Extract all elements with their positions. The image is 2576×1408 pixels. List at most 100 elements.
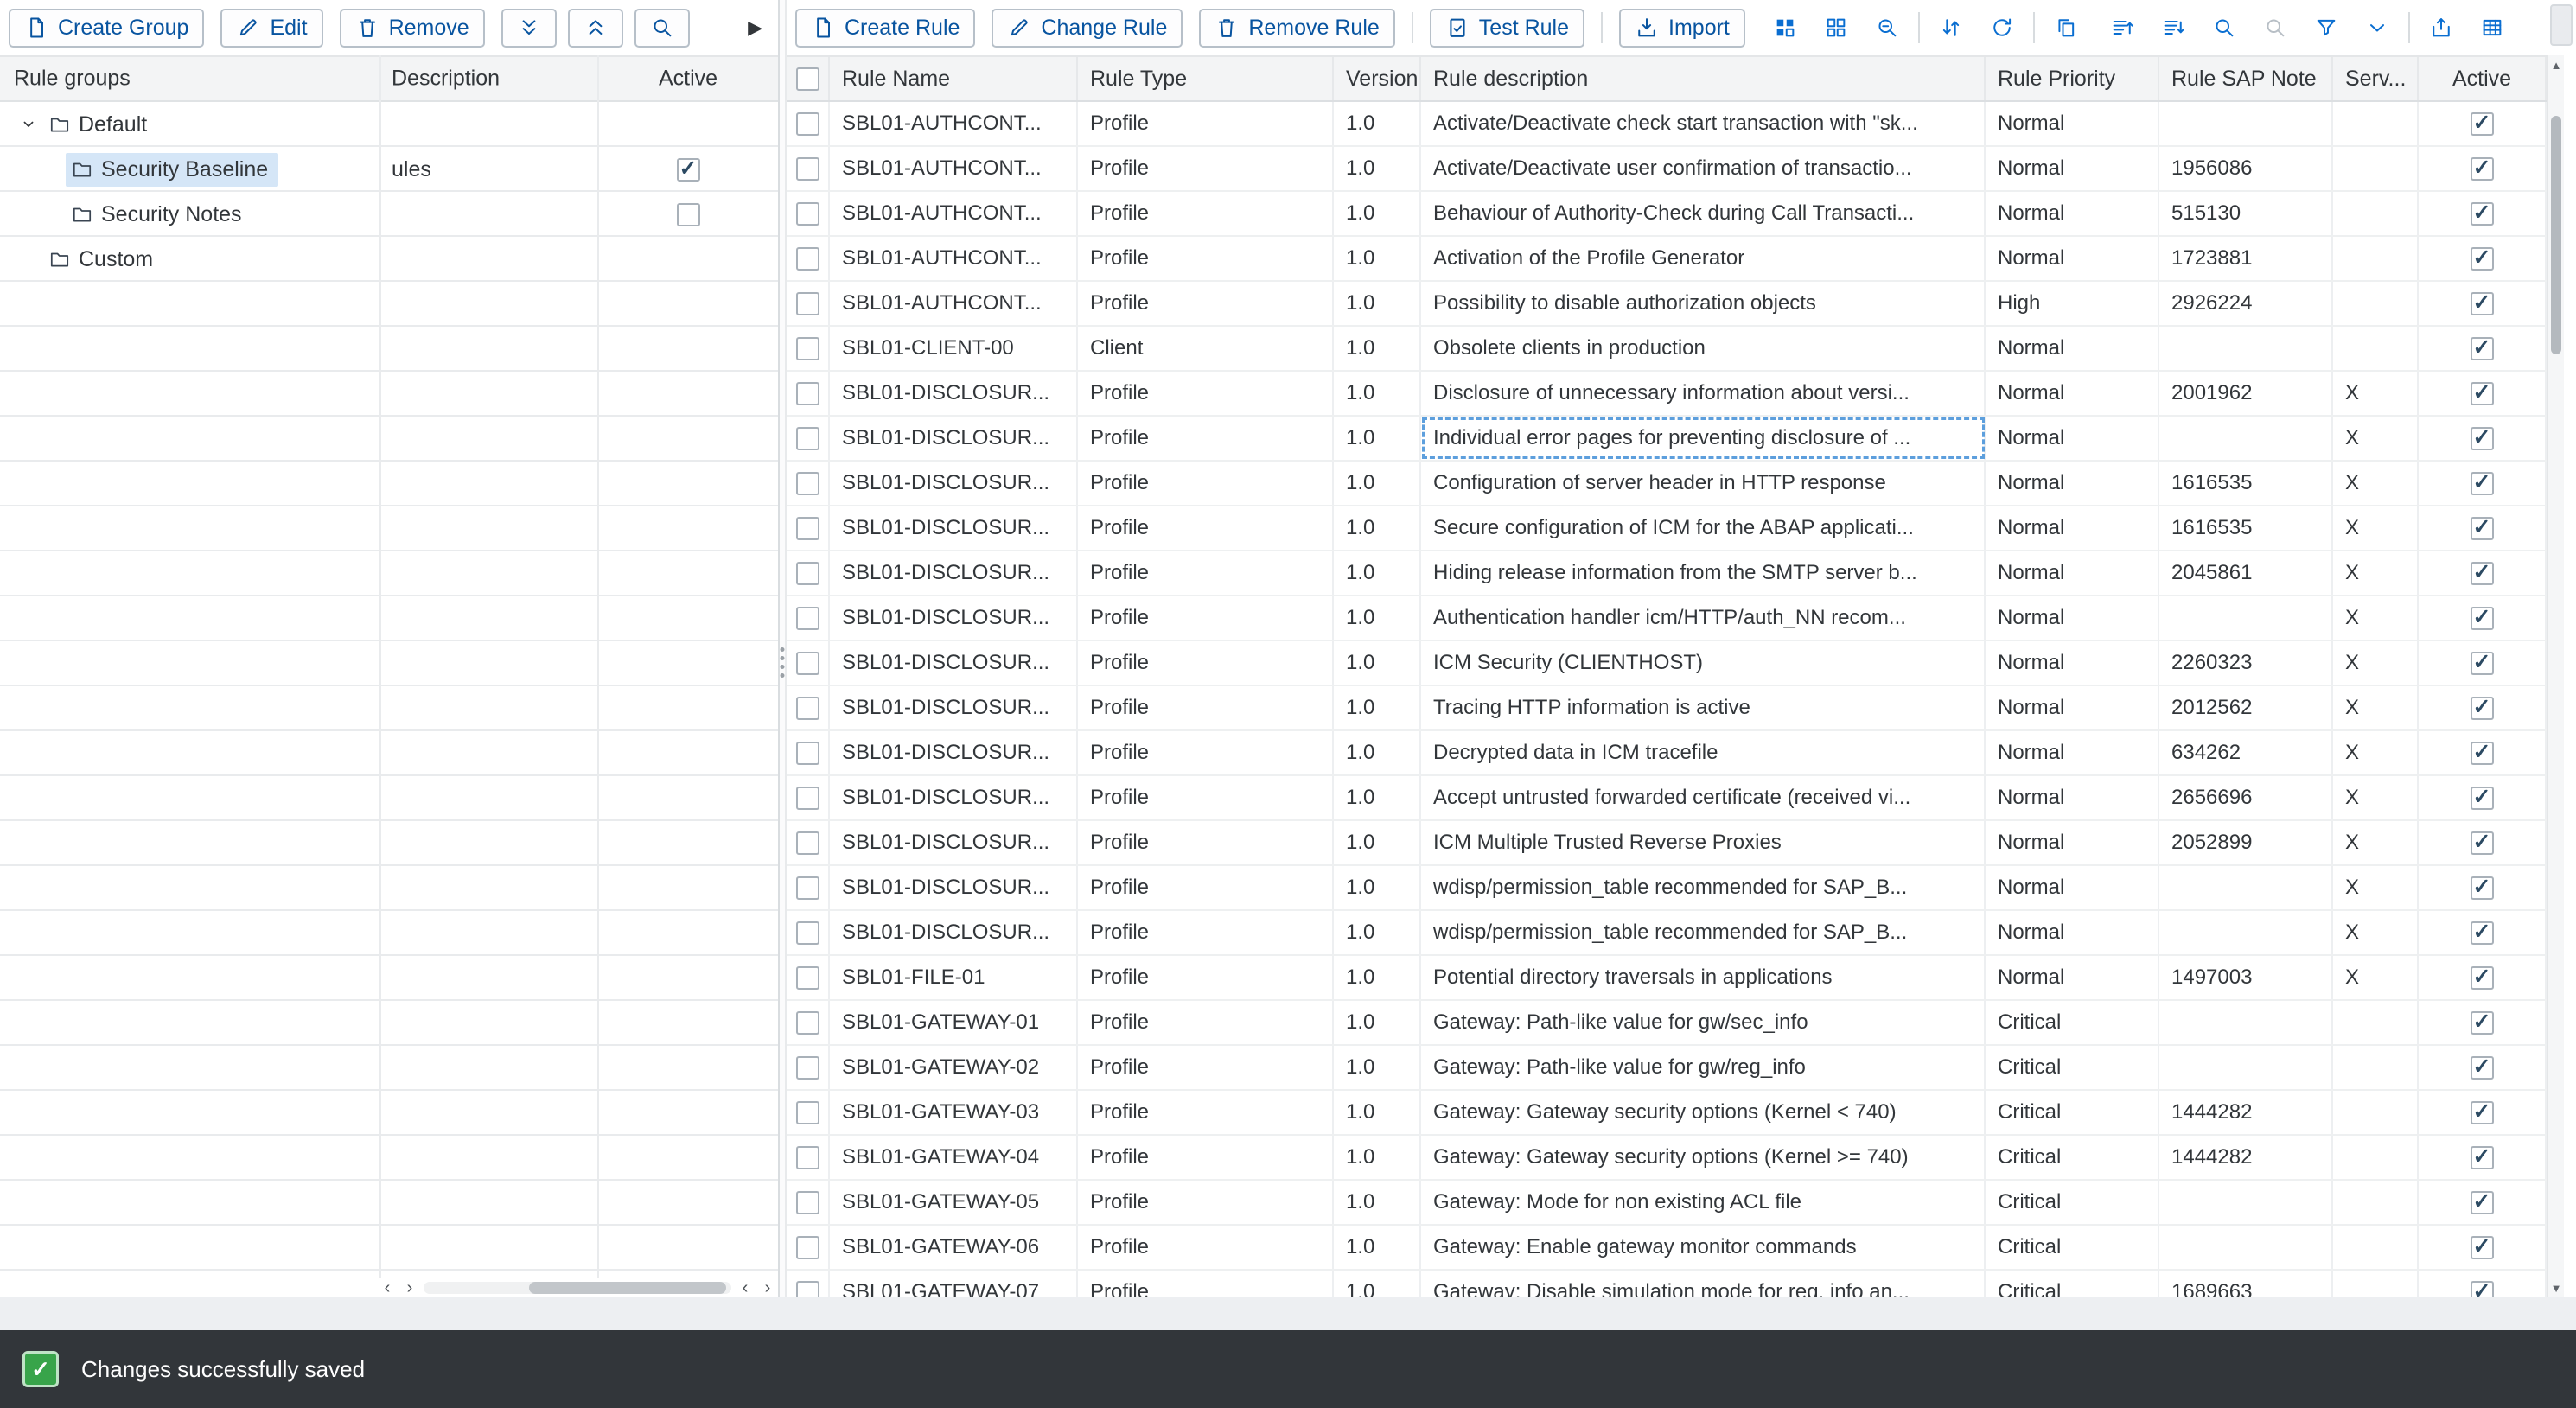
rule-name-cell[interactable]: SBL01-DISCLOSUR... xyxy=(830,866,1078,909)
table-row[interactable]: SBL01-DISCLOSUR... Profile 1.0 Tracing H… xyxy=(787,686,2547,731)
rule-name-cell[interactable]: SBL01-DISCLOSUR... xyxy=(830,372,1078,415)
tree-item-node[interactable]: Custom xyxy=(43,243,163,277)
active-checkbox[interactable] xyxy=(2471,697,2494,720)
column-header-rule-groups[interactable]: Rule groups xyxy=(14,67,131,92)
active-checkbox[interactable] xyxy=(2471,202,2494,226)
table-row[interactable]: SBL01-AUTHCONT... Profile 1.0 Activate/D… xyxy=(787,147,2547,192)
create-group-button[interactable]: Create Group xyxy=(9,9,204,48)
sort-descending-button[interactable] xyxy=(2153,9,2193,48)
column-header-rule-description[interactable]: Rule description xyxy=(1421,57,1986,100)
test-rule-button[interactable]: Test Rule xyxy=(1430,9,1584,48)
tree-item-node[interactable]: Security Notes xyxy=(66,198,252,232)
filter-button[interactable] xyxy=(2306,9,2346,48)
active-checkbox[interactable] xyxy=(2471,427,2494,450)
row-select-checkbox[interactable] xyxy=(796,607,819,630)
vertical-scrollbar[interactable]: ▲ ▼ xyxy=(2547,55,2564,1297)
scroll-right-icon[interactable]: › xyxy=(757,1278,778,1297)
column-header-description[interactable]: Description xyxy=(392,67,500,92)
table-row[interactable]: SBL01-DISCLOSUR... Profile 1.0 Disclosur… xyxy=(787,372,2547,417)
rule-name-cell[interactable]: SBL01-DISCLOSUR... xyxy=(830,776,1078,819)
row-select-checkbox[interactable] xyxy=(796,1011,819,1035)
table-row[interactable]: SBL01-DISCLOSUR... Profile 1.0 wdisp/per… xyxy=(787,911,2547,956)
panel-splitter[interactable] xyxy=(778,0,787,1297)
row-select-checkbox[interactable] xyxy=(796,787,819,810)
table-row[interactable]: SBL01-FILE-01 Profile 1.0 Potential dire… xyxy=(787,956,2547,1001)
rule-description-cell[interactable]: Decrypted data in ICM tracefile xyxy=(1421,731,1986,774)
rule-description-cell[interactable]: Activate/Deactivate check start transact… xyxy=(1421,102,1986,145)
change-rule-button[interactable]: Change Rule xyxy=(992,9,1183,48)
rule-name-cell[interactable]: SBL01-DISCLOSUR... xyxy=(830,596,1078,640)
row-select-checkbox[interactable] xyxy=(796,1281,819,1298)
scroll-left-icon[interactable]: ‹ xyxy=(735,1278,756,1297)
rule-description-cell[interactable]: Activation of the Profile Generator xyxy=(1421,237,1986,280)
scrollbar-track[interactable] xyxy=(424,1282,731,1294)
rule-name-cell[interactable]: SBL01-DISCLOSUR... xyxy=(830,462,1078,505)
remove-rule-button[interactable]: Remove Rule xyxy=(1199,9,1394,48)
table-row[interactable]: SBL01-AUTHCONT... Profile 1.0 Possibilit… xyxy=(787,282,2547,327)
rule-name-cell[interactable]: SBL01-CLIENT-00 xyxy=(830,327,1078,370)
rule-name-cell[interactable]: SBL01-DISCLOSUR... xyxy=(830,686,1078,729)
row-select-checkbox[interactable] xyxy=(796,1101,819,1124)
active-checkbox[interactable] xyxy=(2471,652,2494,675)
row-select-checkbox[interactable] xyxy=(796,1236,819,1259)
import-button[interactable]: Import xyxy=(1619,9,1745,48)
active-checkbox[interactable] xyxy=(2471,921,2494,945)
tree-item-node[interactable]: Security Baseline xyxy=(66,153,278,187)
row-select-checkbox[interactable] xyxy=(796,247,819,271)
table-row[interactable]: SBL01-GATEWAY-06 Profile 1.0 Gateway: En… xyxy=(787,1226,2547,1271)
table-row[interactable]: SBL01-DISCLOSUR... Profile 1.0 Decrypted… xyxy=(787,731,2547,776)
rule-description-cell[interactable]: Behaviour of Authority-Check during Call… xyxy=(1421,192,1986,235)
row-select-checkbox[interactable] xyxy=(796,157,819,181)
table-row[interactable]: SBL01-DISCLOSUR... Profile 1.0 ICM Multi… xyxy=(787,821,2547,866)
row-select-checkbox[interactable] xyxy=(796,876,819,900)
collapse-all-button[interactable] xyxy=(501,9,557,48)
rule-description-cell[interactable]: Obsolete clients in production xyxy=(1421,327,1986,370)
refresh-button[interactable] xyxy=(1982,9,2022,48)
rule-name-cell[interactable]: SBL01-GATEWAY-05 xyxy=(830,1181,1078,1224)
sort-ascending-button[interactable] xyxy=(2102,9,2142,48)
rule-description-cell[interactable]: Authentication handler icm/HTTP/auth_NN … xyxy=(1421,596,1986,640)
rule-name-cell[interactable]: SBL01-DISCLOSUR... xyxy=(830,821,1078,864)
active-checkbox[interactable] xyxy=(2471,112,2494,136)
rule-description-cell[interactable]: wdisp/permission_table recommended for S… xyxy=(1421,866,1986,909)
expand-all-button[interactable] xyxy=(568,9,623,48)
active-checkbox[interactable] xyxy=(2471,382,2494,405)
row-select-checkbox[interactable] xyxy=(796,1191,819,1214)
column-header-rule-sap-note[interactable]: Rule SAP Note xyxy=(2159,57,2333,100)
active-checkbox[interactable] xyxy=(2471,1236,2494,1259)
rule-name-cell[interactable]: SBL01-AUTHCONT... xyxy=(830,192,1078,235)
rule-description-cell[interactable]: Gateway: Enable gateway monitor commands xyxy=(1421,1226,1986,1269)
select-all-button[interactable] xyxy=(1765,9,1805,48)
rule-description-cell[interactable]: Disclosure of unnecessary information ab… xyxy=(1421,372,1986,415)
remove-button[interactable]: Remove xyxy=(340,9,485,48)
rule-description-cell[interactable]: Possibility to disable authorization obj… xyxy=(1421,282,1986,325)
active-checkbox[interactable] xyxy=(2471,292,2494,315)
create-rule-button[interactable]: Create Rule xyxy=(795,9,975,48)
active-checkbox[interactable] xyxy=(2471,787,2494,810)
row-select-checkbox[interactable] xyxy=(796,202,819,226)
rule-name-cell[interactable]: SBL01-AUTHCONT... xyxy=(830,147,1078,190)
row-select-checkbox[interactable] xyxy=(796,427,819,450)
rule-name-cell[interactable]: SBL01-AUTHCONT... xyxy=(830,282,1078,325)
rule-description-cell[interactable]: wdisp/permission_table recommended for S… xyxy=(1421,911,1986,954)
table-row[interactable]: SBL01-DISCLOSUR... Profile 1.0 ICM Secur… xyxy=(787,641,2547,686)
rule-name-cell[interactable]: SBL01-GATEWAY-02 xyxy=(830,1046,1078,1089)
select-all-checkbox[interactable] xyxy=(796,67,819,91)
tree-item-security-notes[interactable]: Security Notes xyxy=(0,192,778,237)
rule-description-cell[interactable]: Configuration of server header in HTTP r… xyxy=(1421,462,1986,505)
rule-description-cell[interactable]: Gateway: Disable simulation mode for reg… xyxy=(1421,1271,1986,1297)
row-select-checkbox[interactable] xyxy=(796,921,819,945)
rule-description-cell[interactable]: Activate/Deactivate user confirmation of… xyxy=(1421,147,1986,190)
scroll-right-icon[interactable]: › xyxy=(399,1278,420,1297)
table-row[interactable]: SBL01-GATEWAY-02 Profile 1.0 Gateway: Pa… xyxy=(787,1046,2547,1091)
active-checkbox[interactable] xyxy=(2471,1191,2494,1214)
rule-description-cell[interactable]: Gateway: Gateway security options (Kerne… xyxy=(1421,1136,1986,1179)
table-view-button[interactable] xyxy=(2472,9,2512,48)
export-button[interactable] xyxy=(2421,9,2461,48)
scroll-left-icon[interactable]: ‹ xyxy=(377,1278,398,1297)
table-row[interactable]: SBL01-AUTHCONT... Profile 1.0 Activation… xyxy=(787,237,2547,282)
table-row[interactable]: SBL01-DISCLOSUR... Profile 1.0 Authentic… xyxy=(787,596,2547,641)
rule-description-cell[interactable]: ICM Multiple Trusted Reverse Proxies xyxy=(1421,821,1986,864)
active-checkbox[interactable] xyxy=(2471,1281,2494,1298)
table-row[interactable]: SBL01-DISCLOSUR... Profile 1.0 Accept un… xyxy=(787,776,2547,821)
